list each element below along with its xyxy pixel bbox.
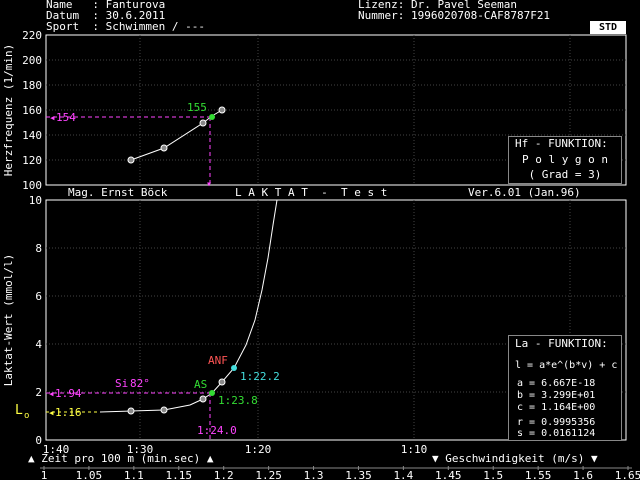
hr-ytick: 180	[22, 79, 42, 92]
hr-data-point	[218, 106, 226, 114]
hf-function-panel: Hf - FUNKTION: P o l y g o n ( Grad = 3)	[508, 136, 622, 184]
speed-tick-label: 1.05	[76, 469, 103, 480]
time-axis-label: Zeit pro 100 m (min.sec)	[41, 452, 201, 465]
speed-axis-label: Geschwindigkeit (m/s)	[445, 452, 585, 465]
time-xtick: 1:20	[245, 443, 272, 456]
la-b: b = 3.299E+01	[517, 390, 596, 401]
hr-ytick: 160	[22, 104, 42, 117]
hr-down-arrow: ▾	[206, 179, 212, 190]
lactate-data-point	[160, 406, 168, 414]
hr-data-point	[160, 144, 168, 152]
hr-as-point	[209, 114, 215, 120]
lo-sub: o	[24, 411, 29, 421]
si-label: Si	[115, 377, 128, 390]
hr-ytick: 200	[22, 54, 42, 67]
hr-point-label: 155	[187, 101, 207, 114]
x-marker-time: 1:24.0	[197, 424, 237, 437]
hr-data-point	[127, 156, 135, 164]
lo-arrow: ◂	[48, 406, 55, 419]
speed-tick-label: 1.45	[435, 469, 462, 480]
speed-tick-label: 1.6	[573, 469, 593, 480]
lactate-data-point	[199, 395, 207, 403]
speed-tick-label: 1.5	[483, 469, 503, 480]
lactate-ytick: 4	[35, 338, 42, 351]
speed-tick-label: 1.1	[124, 469, 144, 480]
la-function-panel: La - FUNKTION: l = a*e^(b*v) + c a = 6.6…	[508, 335, 622, 441]
author-label: Mag. Ernst Böck	[68, 186, 168, 199]
hr-ytick: 100	[22, 179, 42, 192]
lactate-ytick: 6	[35, 290, 42, 303]
la-c: c = 1.164E+00	[517, 402, 596, 413]
speed-tick-label: 1.15	[166, 469, 193, 480]
time-axis-arrow-right: ▲	[200, 452, 214, 465]
test-title: L A K T A T - T e s t	[235, 186, 388, 199]
as-label: AS	[194, 378, 207, 391]
lactate-data-point	[218, 378, 226, 386]
hr-ytick: 120	[22, 154, 42, 167]
time-xtick: 1:10	[401, 443, 428, 456]
hr-ylabel: Herzfrequenz (1/min)	[2, 44, 15, 176]
hr-marker-value: 154	[56, 111, 76, 124]
time-axis-arrow-up: ▲	[28, 452, 42, 465]
lactate-ytick: 2	[35, 386, 42, 399]
speed-axis-arrow-down: ▼	[432, 452, 446, 465]
version-label: Ver.6.01 (Jan.96)	[468, 186, 581, 199]
speed-tick-label: 1.3	[304, 469, 324, 480]
la-s: s = 0.0161124	[517, 428, 596, 439]
anf-time: 1:22.2	[240, 370, 280, 383]
speed-axis-arrow-end: ▼	[584, 452, 598, 465]
as-point	[209, 390, 215, 396]
speed-tick-label: 1	[41, 469, 48, 480]
hr-data-point	[199, 119, 207, 127]
time-axis-label-row: ▲ Zeit pro 100 m (min.sec) ▲	[28, 453, 213, 465]
hr-ytick: 140	[22, 129, 42, 142]
anf-label: ANF	[208, 354, 228, 367]
y194-value: 1.94	[55, 387, 82, 400]
speed-tick-label: 1.25	[255, 469, 282, 480]
speed-tick-label: 1.65	[615, 469, 640, 480]
si-value: 82°	[130, 377, 150, 390]
lactate-data-point	[127, 407, 135, 415]
as-time: 1:23.8	[218, 394, 258, 407]
la-r: r = 0.9995356	[517, 417, 596, 428]
lactate-ytick: 10	[29, 194, 42, 207]
la-formula: l = a*e^(b*v) + c	[515, 360, 618, 371]
hf-line1: P o l y g o n	[521, 153, 609, 166]
lo-value: 1.16	[55, 406, 82, 419]
la-title: La - FUNKTION:	[515, 337, 608, 350]
speed-tick-label: 1.35	[345, 469, 372, 480]
speed-tick-label: 1.2	[214, 469, 234, 480]
speed-tick-label: 1.55	[525, 469, 552, 480]
lactate-ytick: 0	[35, 434, 42, 447]
la-a: a = 6.667E-18	[517, 378, 596, 389]
lo-label: L	[15, 403, 23, 418]
hr-marker-arrow: ◂	[49, 111, 56, 124]
anf-point	[231, 365, 237, 371]
lactate-ylabel: Laktat-Wert (mmol/l)	[2, 254, 15, 386]
speed-axis-label-row: ▼ Geschwindigkeit (m/s) ▼	[432, 453, 598, 465]
y194-arrow: ◂	[48, 387, 55, 400]
lactate-ytick: 8	[35, 242, 42, 255]
hf-line2: ( Grad = 3)	[528, 168, 602, 181]
speed-tick-label: 1.4	[393, 469, 413, 480]
hr-ytick: 220	[22, 29, 42, 42]
hf-title: Hf - FUNKTION:	[515, 137, 608, 150]
